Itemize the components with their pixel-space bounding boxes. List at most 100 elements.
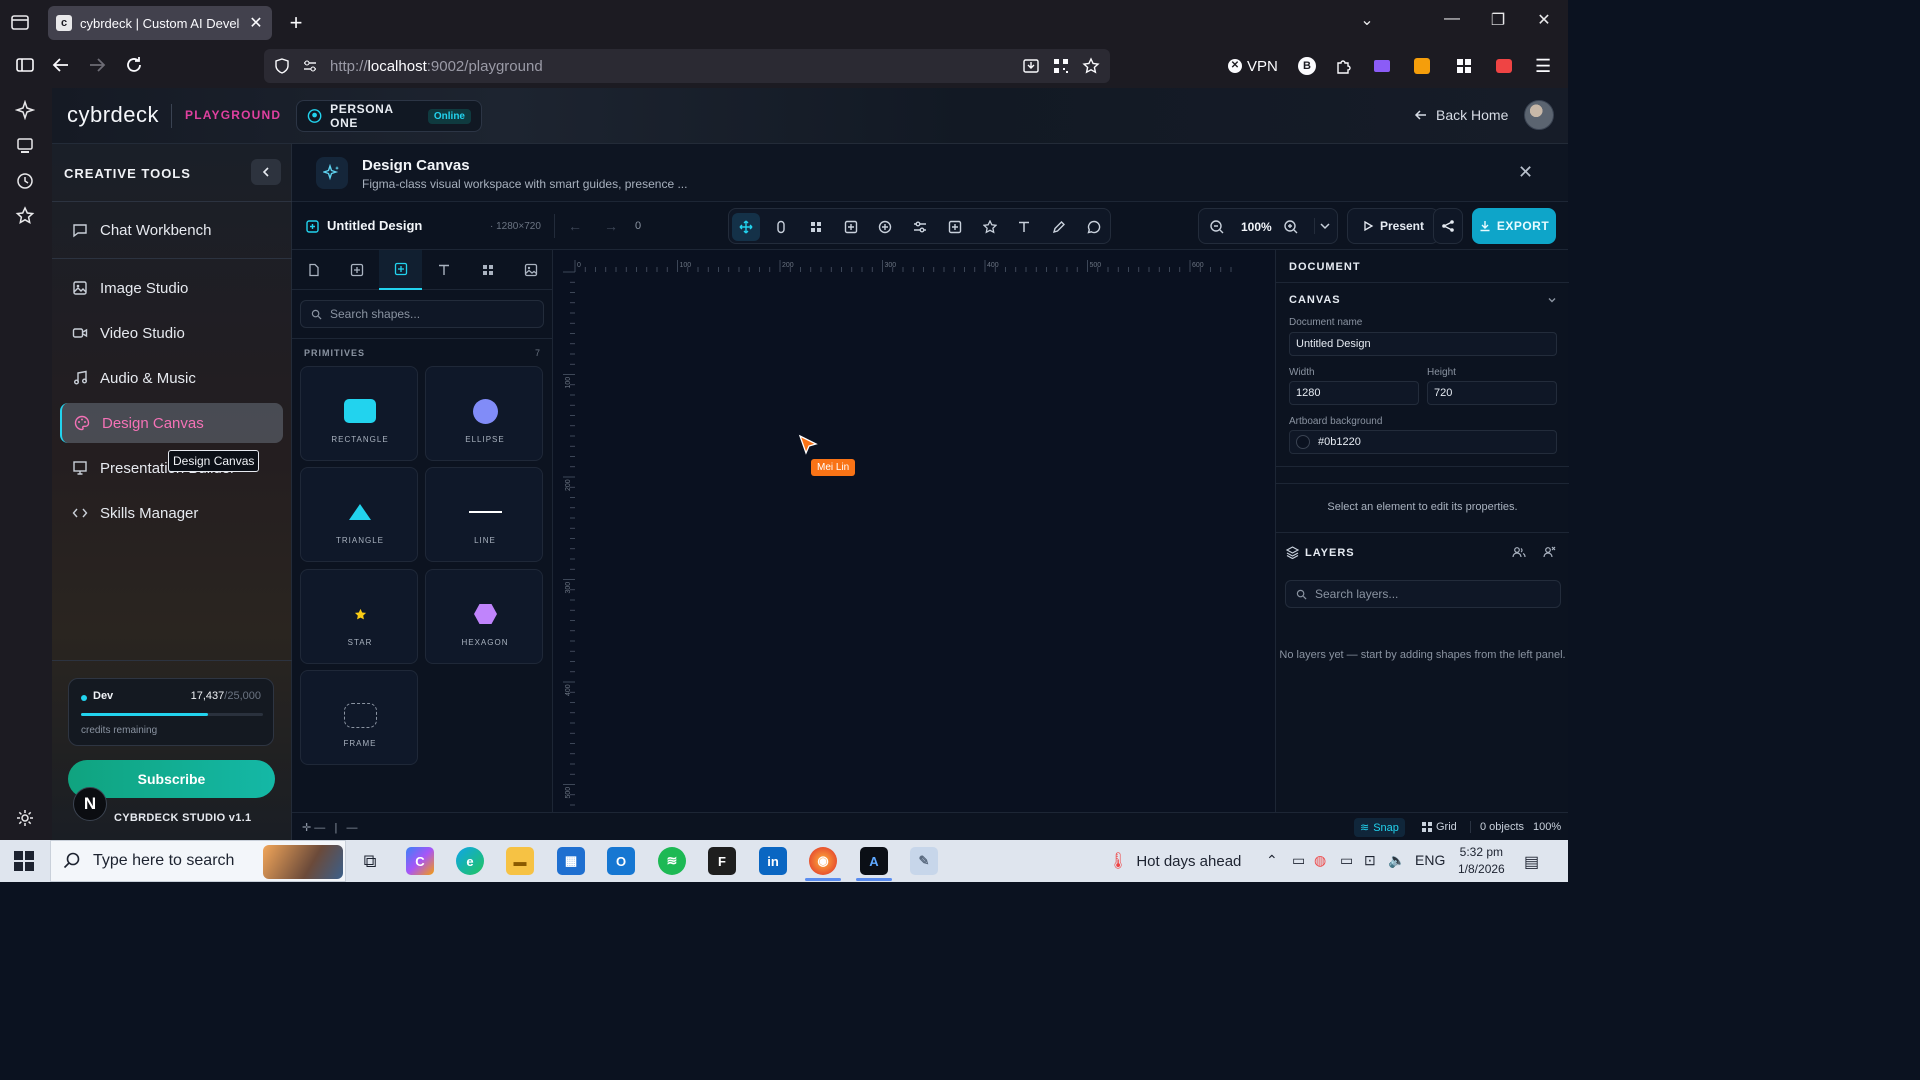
paint-icon[interactable]: ✎ (910, 847, 938, 875)
microsoft-store-icon[interactable]: ▦ (557, 847, 585, 875)
bookmark-star-icon[interactable] (1082, 57, 1100, 75)
snap-toggle[interactable]: ≋ Snap (1354, 818, 1405, 837)
battery-icon[interactable]: ▭ (1340, 852, 1353, 869)
reload-icon[interactable] (123, 54, 147, 78)
new-tab-button[interactable]: + (284, 10, 308, 36)
browser-menu-icon[interactable]: ☰ (1535, 54, 1551, 78)
chevron-down-icon[interactable] (1317, 218, 1333, 234)
sidebar-toggle-icon[interactable] (14, 54, 38, 78)
figma-icon[interactable]: F (708, 847, 736, 875)
select-tool-icon[interactable] (767, 213, 795, 241)
minimize-button[interactable]: — (1440, 10, 1464, 28)
sidebar-item-video-studio[interactable]: Video Studio (60, 313, 283, 353)
color-swatch[interactable] (1296, 435, 1310, 449)
volume-icon[interactable]: 🔈 (1388, 852, 1405, 869)
sidebar-item-chat-workbench[interactable]: Chat Workbench (60, 210, 283, 250)
tray-antivirus-icon[interactable]: ◍ (1314, 852, 1326, 869)
components-tool-icon[interactable] (802, 213, 830, 241)
firefox-icon[interactable]: ◉ (809, 847, 837, 875)
shapes-search-input[interactable]: Search shapes... (300, 300, 544, 328)
shape-card-frame[interactable]: FRAME (300, 670, 418, 765)
width-field[interactable]: 1280 (1289, 381, 1419, 405)
share-button[interactable] (1433, 208, 1463, 244)
persona-selector[interactable]: PERSONA ONE Online (296, 100, 482, 132)
task-view-icon[interactable]: ⧉ (356, 847, 384, 875)
arc-app-icon[interactable]: A (860, 847, 888, 875)
users-icon[interactable] (1512, 545, 1526, 559)
artboard-background-field[interactable]: #0b1220 (1289, 430, 1557, 454)
user-initial-avatar[interactable]: N (73, 787, 107, 821)
zoom-out-icon[interactable] (1209, 219, 1225, 235)
browser-settings-gear-icon[interactable] (15, 808, 35, 828)
grid-toggle[interactable]: Grid (1422, 821, 1457, 833)
sidebar-item-skills-manager[interactable]: Skills Manager (60, 493, 283, 533)
notification-extension-icon[interactable] (1414, 54, 1430, 78)
design-canvas[interactable]: 0 100 200 300 400 500 600 100 200 300 400 500 Mei … (553, 250, 1275, 812)
zoom-level[interactable]: 100% (1241, 220, 1272, 234)
back-home-link[interactable]: Back Home (1414, 107, 1508, 123)
present-button[interactable]: Present (1347, 208, 1439, 244)
chevron-down-icon[interactable] (1546, 294, 1558, 306)
weather-widget[interactable]: 🌡 Hot days ahead (1108, 851, 1241, 871)
document-name-field[interactable]: Untitled Design (1289, 332, 1557, 356)
outlook-icon[interactable]: O (607, 847, 635, 875)
target-tool-icon[interactable] (871, 213, 899, 241)
tab-images[interactable] (509, 250, 552, 290)
redo-arrow-icon[interactable]: → (604, 218, 618, 234)
collapse-sidebar-button[interactable] (251, 159, 281, 185)
screenshot-extension-icon[interactable] (1496, 54, 1512, 78)
file-explorer-icon[interactable]: ▬ (506, 847, 534, 875)
shape-card-line[interactable]: LINE (425, 467, 543, 562)
tab-overflow-chevron-icon[interactable]: ⌄ (1355, 10, 1379, 30)
frame-tool-icon[interactable] (837, 213, 865, 241)
download-page-icon[interactable] (1022, 57, 1040, 75)
shape-card-ellipse[interactable]: ELLIPSE (425, 366, 543, 461)
tab-text[interactable] (422, 250, 465, 290)
tab-shapes[interactable] (379, 250, 422, 290)
windows-start-icon[interactable] (14, 851, 34, 871)
adjust-tool-icon[interactable] (906, 213, 934, 241)
zoom-in-icon[interactable] (1283, 219, 1299, 235)
back-icon[interactable] (50, 54, 74, 78)
tray-expand-icon[interactable]: ⌃ (1266, 852, 1278, 869)
pen-tool-icon[interactable] (1045, 213, 1073, 241)
network-icon[interactable]: ⊡ (1364, 852, 1376, 869)
undo-arrow-icon[interactable]: ← (568, 218, 582, 234)
edge-icon[interactable]: e (456, 847, 484, 875)
text-tool-icon[interactable] (1010, 213, 1038, 241)
cybrdeck-logo[interactable]: cybrdeck (67, 102, 159, 128)
comment-tool-icon[interactable] (1080, 213, 1108, 241)
sidebar-item-audio-music[interactable]: Audio & Music (60, 358, 283, 398)
purple-extension-icon[interactable] (1374, 54, 1390, 78)
tab-components[interactable] (466, 250, 509, 290)
history-icon[interactable] (15, 171, 37, 193)
close-tool-icon[interactable]: ✕ (1518, 162, 1533, 183)
qr-code-icon[interactable] (1052, 57, 1070, 75)
linkedin-icon[interactable]: in (759, 847, 787, 875)
language-indicator[interactable]: ENG (1415, 852, 1445, 868)
shape-card-hexagon[interactable]: HEXAGON (425, 569, 543, 664)
copilot-icon[interactable]: C (406, 847, 434, 875)
site-info-icon[interactable] (302, 58, 318, 74)
export-button[interactable]: EXPORT (1472, 208, 1556, 244)
browser-tab[interactable]: c cybrdeck | Custom AI Developm ✕ (48, 6, 272, 40)
spotify-icon[interactable]: ≋ (658, 847, 686, 875)
bitwarden-icon[interactable]: B (1298, 54, 1316, 78)
sidebar-item-image-studio[interactable]: Image Studio (60, 268, 283, 308)
tab-pages[interactable] (292, 250, 335, 290)
restore-button[interactable]: ❐ (1486, 10, 1510, 30)
bookmarks-star-icon[interactable] (15, 206, 37, 228)
move-tool-icon[interactable] (732, 213, 760, 241)
notifications-icon[interactable]: ▤ (1524, 852, 1539, 872)
height-field[interactable]: 720 (1427, 381, 1557, 405)
star-tool-icon[interactable] (976, 213, 1004, 241)
add-shape-tool-icon[interactable] (941, 213, 969, 241)
shape-card-star[interactable]: STAR (300, 569, 418, 664)
tab-frames[interactable] (335, 250, 378, 290)
taskbar-search-input[interactable]: Type here to search (50, 840, 346, 882)
tray-device-icon[interactable]: ▭ (1292, 852, 1305, 869)
layers-search-input[interactable]: Search layers... (1285, 580, 1561, 608)
ai-sparkle-icon[interactable] (15, 100, 37, 122)
address-bar[interactable]: http://localhost:9002/playground (264, 49, 1110, 83)
tab-list-icon[interactable] (10, 12, 32, 34)
